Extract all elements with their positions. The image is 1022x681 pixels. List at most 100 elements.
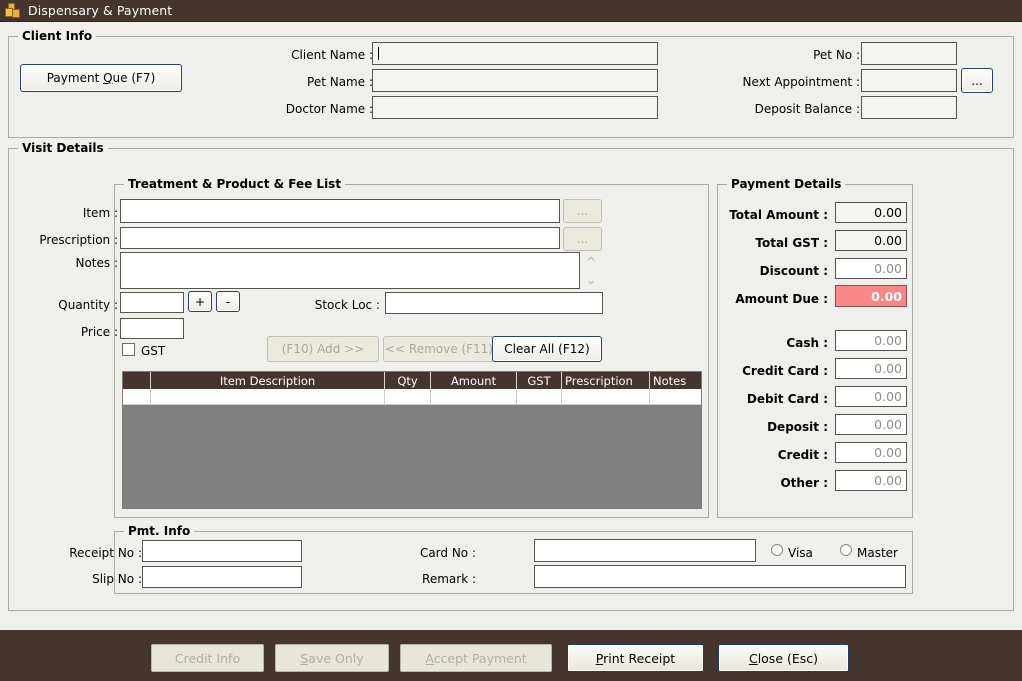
discount-label: Discount :	[759, 264, 828, 278]
debit-card-label: Debit Card :	[746, 392, 828, 406]
total-amount-value	[835, 202, 907, 223]
pet-name-input[interactable]	[372, 69, 658, 92]
item-browse-button[interactable]: ...	[563, 199, 602, 223]
treatment-legend: Treatment & Product & Fee List	[124, 177, 346, 191]
card-no-label: Card No :	[419, 546, 476, 560]
gst-checkbox-label: GST	[141, 344, 166, 358]
item-input[interactable]	[120, 199, 560, 223]
client-info-panel: Client Info Payment Que (F7) Client Name…	[8, 28, 1014, 138]
action-bar: Credit Info Save Only Accept Payment Pri…	[0, 629, 1022, 681]
notes-scroll-down-icon[interactable]: ⌄	[584, 274, 598, 286]
table-row[interactable]	[123, 389, 701, 405]
grid-col-notes: Notes	[653, 373, 687, 388]
gst-checkbox[interactable]	[122, 343, 135, 356]
visa-label: Visa	[788, 546, 813, 560]
discount-input[interactable]	[835, 258, 907, 279]
credit-card-input[interactable]	[835, 358, 907, 379]
grid-col-item-description: Item Description	[151, 372, 385, 389]
cash-label: Cash :	[786, 336, 828, 350]
deposit-input[interactable]	[835, 414, 907, 435]
accept-payment-label: Accept Payment	[425, 650, 527, 666]
minus-icon: -	[225, 294, 231, 309]
close-label: Close (Esc)	[748, 650, 819, 666]
grid-cell-selector	[123, 389, 151, 405]
other-input[interactable]	[835, 470, 907, 491]
client-info-legend: Client Info	[18, 29, 97, 43]
payment-que-label: Payment Que (F7)	[46, 71, 156, 85]
grid-col-amount: Amount	[431, 372, 517, 389]
grid-cell-notes	[650, 389, 701, 405]
pet-no-input[interactable]	[861, 42, 957, 65]
grid-col-qty: Qty	[385, 372, 431, 389]
master-label: Master	[857, 546, 898, 560]
prescription-browse-button[interactable]: ...	[563, 227, 602, 251]
clear-all-button[interactable]: Clear All (F12)	[492, 336, 602, 362]
receipt-no-label: Receipt No :	[69, 546, 142, 560]
items-grid-header: Item Description Qty Amount GST Prescrip…	[123, 372, 701, 389]
remove-button[interactable]: << Remove (F11)	[383, 336, 495, 362]
grid-cell-gst	[517, 389, 562, 405]
notes-input[interactable]	[120, 252, 580, 289]
doctor-name-input[interactable]	[372, 96, 658, 119]
remark-input[interactable]	[534, 565, 906, 588]
client-name-label: Client Name :	[291, 48, 373, 62]
prescription-label: Prescription :	[39, 233, 118, 247]
deposit-label: Deposit :	[767, 420, 828, 434]
add-button[interactable]: (F10) Add >>	[267, 336, 379, 362]
ellipsis-icon: ...	[971, 73, 983, 88]
dispensary-payment-window: Dispensary & Payment Client Info Payment…	[0, 0, 1022, 681]
quantity-decrement-button[interactable]: -	[216, 291, 240, 312]
remove-button-label: << Remove (F11)	[385, 342, 493, 356]
total-gst-label: Total GST :	[755, 236, 828, 250]
credit-info-label: Credit Info	[174, 650, 241, 666]
ellipsis-icon: ...	[576, 232, 589, 246]
credit-info-button[interactable]: Credit Info	[151, 644, 264, 672]
quantity-input[interactable]	[120, 292, 184, 313]
client-name-input[interactable]	[372, 42, 658, 65]
pmt-info-legend: Pmt. Info	[124, 524, 195, 538]
notes-scroll-up-icon[interactable]: ^	[584, 256, 598, 268]
print-receipt-button[interactable]: Print Receipt	[567, 644, 704, 672]
accept-payment-button[interactable]: Accept Payment	[400, 644, 552, 672]
payment-details-legend: Payment Details	[727, 177, 846, 191]
total-amount-label: Total Amount :	[729, 208, 828, 222]
receipt-no-input[interactable]	[142, 540, 302, 562]
card-no-input[interactable]	[534, 539, 756, 562]
payment-que-button[interactable]: Payment Que (F7)	[20, 64, 182, 92]
save-only-button[interactable]: Save Only	[275, 644, 389, 672]
credit-input[interactable]	[835, 442, 907, 463]
quantity-increment-button[interactable]: +	[188, 291, 212, 312]
slip-no-input[interactable]	[142, 566, 302, 588]
grid-cell-qty	[385, 389, 431, 405]
master-radio[interactable]	[840, 544, 852, 556]
add-button-label: (F10) Add >>	[281, 342, 365, 356]
deposit-balance-input[interactable]	[861, 96, 957, 119]
visit-details-legend: Visit Details	[18, 141, 108, 155]
coins-icon	[5, 2, 21, 19]
quantity-label: Quantity :	[58, 298, 118, 312]
visit-details-panel: Visit Details Treatment & Product & Fee …	[8, 141, 1014, 618]
slip-no-label: Slip No :	[92, 572, 142, 586]
grid-col-selector	[123, 372, 151, 389]
debit-card-input[interactable]	[835, 386, 907, 407]
window-title: Dispensary & Payment	[28, 3, 173, 18]
notes-label: Notes :	[75, 256, 118, 270]
next-appointment-browse-button[interactable]: ...	[961, 68, 993, 93]
pet-name-label: Pet Name :	[307, 75, 373, 89]
deposit-balance-label: Deposit Balance :	[754, 102, 860, 116]
cash-input[interactable]	[835, 330, 907, 351]
pet-no-label: Pet No :	[813, 48, 860, 62]
grid-col-gst: GST	[517, 372, 562, 389]
visa-radio[interactable]	[771, 544, 783, 556]
items-grid[interactable]: Item Description Qty Amount GST Prescrip…	[122, 371, 702, 509]
print-receipt-label: Print Receipt	[595, 650, 676, 666]
doctor-name-label: Doctor Name :	[285, 102, 373, 116]
notes-value	[121, 253, 579, 257]
save-only-label: Save Only	[300, 650, 364, 666]
prescription-input[interactable]	[120, 227, 560, 249]
credit-card-label: Credit Card :	[742, 364, 828, 378]
stock-loc-input[interactable]	[385, 292, 603, 314]
next-appointment-input[interactable]	[861, 69, 957, 92]
close-button[interactable]: Close (Esc)	[718, 644, 849, 672]
price-input[interactable]	[120, 318, 184, 339]
